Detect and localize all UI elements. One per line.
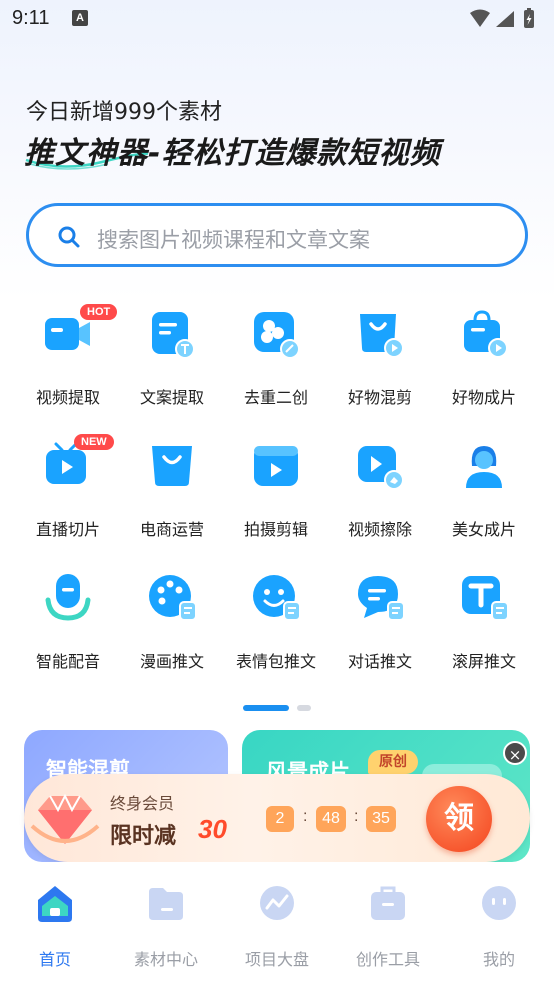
tool-dedupe-edit[interactable]: 去重二创	[224, 308, 328, 418]
folder-icon	[149, 888, 183, 920]
tool-text-extract[interactable]: 文案提取	[120, 308, 224, 418]
home-icon	[38, 886, 72, 922]
tool-label: 去重二创	[243, 388, 308, 407]
text-extract-icon	[152, 312, 195, 359]
tab-label: 素材中心	[133, 950, 198, 969]
countdown-hours: 2	[266, 806, 294, 832]
woman-icon	[466, 446, 502, 488]
countdown-minutes: 48	[316, 806, 346, 832]
tab-creation-tools[interactable]: 创作工具	[333, 882, 443, 972]
tab-label: 首页	[38, 950, 71, 969]
bag-video-icon	[464, 310, 508, 358]
claim-button[interactable]: 领	[426, 786, 492, 852]
profile-icon	[482, 886, 516, 920]
tool-smart-dub[interactable]: 智能配音	[16, 572, 120, 682]
tool-label: 表情包推文	[235, 652, 316, 671]
tab-profile[interactable]: 我的	[444, 882, 554, 972]
tool-label: 拍摄剪辑	[243, 520, 308, 539]
wifi-icon	[470, 9, 490, 27]
promo-discount-amount: 30	[198, 814, 227, 844]
tool-label: 美女成片	[451, 520, 516, 539]
tool-label: 好物成片	[451, 388, 516, 407]
countdown-seconds: 35	[366, 806, 396, 832]
hot-badge: HOT	[80, 304, 118, 320]
tool-video-erase[interactable]: 视频擦除	[328, 440, 432, 550]
tab-project-board[interactable]: 项目大盘	[222, 882, 332, 972]
tool-label: 好物混剪	[347, 388, 412, 407]
chat-bubble-icon	[358, 576, 405, 621]
tool-dialog-post[interactable]: 对话推文	[328, 572, 432, 682]
tool-label: 视频擦除	[347, 520, 412, 539]
countdown-separator: :	[354, 808, 359, 825]
smiley-icon	[253, 575, 301, 621]
tool-shoot-edit[interactable]: 拍摄剪辑	[224, 440, 328, 550]
microphone-icon	[45, 574, 91, 621]
tool-label: 漫画推文	[139, 652, 204, 671]
search-icon	[58, 226, 80, 248]
original-tag: 原创	[368, 750, 418, 774]
tool-label: 直播切片	[35, 520, 100, 539]
video-erase-icon	[358, 446, 404, 490]
text-t-icon	[462, 576, 509, 621]
tool-meme-post[interactable]: 表情包推文	[224, 572, 328, 682]
dedupe-edit-icon	[254, 312, 300, 359]
clapper-icon	[254, 446, 298, 486]
tool-scroll-post[interactable]: 滚屏推文	[432, 572, 536, 682]
trend-icon	[260, 886, 294, 920]
tool-label: 智能配音	[35, 652, 100, 671]
signal-battery-icons	[470, 8, 534, 28]
tab-home[interactable]: 首页	[0, 882, 110, 972]
ecommerce-bag-icon	[152, 446, 192, 486]
diamond-gift-icon	[30, 793, 100, 844]
slogan: 推文神器-轻松打造爆款短视频	[24, 136, 441, 171]
tool-comic-post[interactable]: 漫画推文	[120, 572, 224, 682]
pager-dot-active	[243, 705, 289, 711]
promo-lifetime-vip: 终身会员	[110, 794, 175, 813]
new-badge: NEW	[74, 434, 114, 450]
vip-promo-banner[interactable]: 终身会员 限时减 30 2 : 48 : 35 领	[24, 774, 530, 862]
tool-ecommerce[interactable]: 电商运营	[120, 440, 224, 550]
tab-label: 创作工具	[355, 950, 420, 969]
new-materials-headline: 今日新增999个素材	[26, 100, 222, 125]
promo-limited-discount: 限时减	[110, 824, 177, 849]
tool-video-extract[interactable]: HOT 视频提取	[16, 304, 120, 418]
tool-beauty-film[interactable]: 美女成片	[432, 440, 536, 550]
toolbox-icon	[371, 886, 405, 920]
tool-label: 文案提取	[139, 388, 204, 407]
tool-label: 对话推文	[347, 652, 412, 671]
status-bar: 9:11 A	[0, 0, 554, 38]
search-placeholder: 搜索图片视频课程和文章文案	[97, 228, 370, 252]
cell-signal-icon	[496, 11, 514, 27]
tool-label: 滚屏推文	[451, 652, 516, 671]
tool-goods-film[interactable]: 好物成片	[432, 308, 536, 418]
countdown-separator: :	[303, 808, 308, 825]
pager-dot	[297, 705, 311, 711]
tab-label: 项目大盘	[244, 950, 309, 969]
search-bar[interactable]: 搜索图片视频课程和文章文案	[26, 203, 528, 267]
tool-label: 电商运营	[139, 520, 204, 539]
tool-live-clip[interactable]: NEW 直播切片	[16, 434, 120, 550]
tab-materials[interactable]: 素材中心	[111, 882, 221, 972]
close-promo-button[interactable]: ×	[503, 741, 527, 765]
palette-icon	[149, 575, 197, 621]
notification-icon: A	[72, 10, 88, 26]
status-time: 9:11	[12, 7, 50, 29]
tool-label: 视频提取	[35, 388, 100, 407]
pager-indicator[interactable]	[243, 704, 313, 712]
shopping-bag-video-icon	[360, 314, 404, 358]
tab-label: 我的	[482, 950, 515, 969]
tool-goods-mix[interactable]: 好物混剪	[328, 308, 432, 418]
